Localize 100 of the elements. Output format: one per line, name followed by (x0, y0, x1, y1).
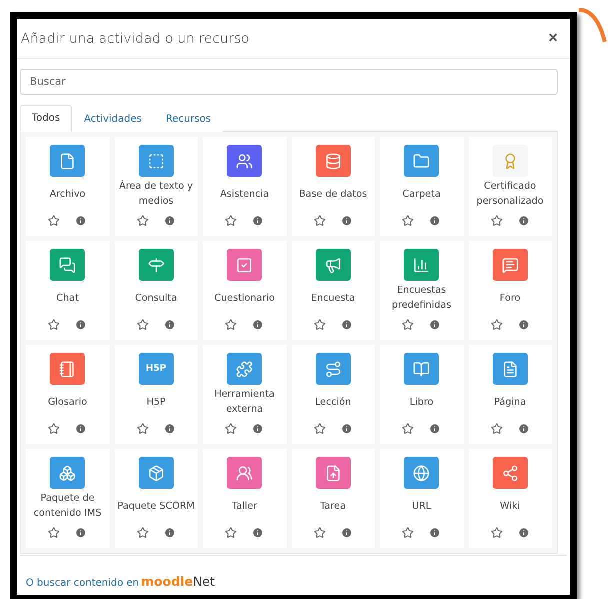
activity-card[interactable]: Paquete SCORM (114, 449, 198, 548)
activity-card[interactable]: Encuestas predefinidas (380, 241, 464, 340)
activity-name: Encuesta (310, 292, 356, 306)
activity-name: Carpeta (402, 188, 442, 202)
activity-name: Área de texto y medios (118, 179, 194, 209)
info-icon[interactable] (518, 527, 530, 539)
info-icon[interactable] (252, 319, 264, 331)
activity-card[interactable]: Encuesta (292, 241, 375, 340)
star-icon[interactable] (48, 215, 60, 227)
activity-card[interactable]: Glosario (26, 345, 110, 444)
tab[interactable]: Todos (20, 105, 72, 132)
star-icon[interactable] (136, 215, 149, 227)
info-icon[interactable] (429, 423, 442, 435)
info-icon[interactable] (164, 527, 176, 539)
star-icon[interactable] (402, 319, 414, 331)
star-icon[interactable] (314, 527, 326, 539)
info-icon[interactable] (340, 527, 353, 539)
activity-name: Wiki (499, 500, 522, 514)
activity-name: URL (411, 500, 432, 514)
activity-card[interactable]: Tarea (292, 449, 375, 548)
info-icon[interactable] (429, 527, 442, 539)
activity-name: Base de datos (298, 188, 368, 202)
activity-name: Página (493, 396, 528, 410)
activity-card[interactable]: H5P H5P (114, 345, 198, 444)
star-icon[interactable] (490, 423, 503, 435)
star-icon[interactable] (136, 423, 149, 435)
star-icon[interactable] (490, 527, 503, 539)
star-icon[interactable] (402, 215, 414, 227)
info-icon[interactable] (252, 423, 264, 435)
activity-name: Asistencia (219, 188, 270, 202)
activity-card[interactable]: Carpeta (380, 137, 464, 236)
star-icon[interactable] (48, 527, 60, 539)
activity-card[interactable]: Certificado personalizado (468, 137, 552, 236)
activity-name: H5P (146, 396, 167, 410)
activity-name: Libro (408, 396, 435, 410)
info-icon[interactable] (429, 215, 442, 227)
activity-name: Consulta (134, 292, 178, 306)
activity-card[interactable]: Paquete de contenido IMS (26, 449, 110, 548)
activity-card[interactable]: URL (380, 449, 464, 548)
activity-card[interactable]: Taller (203, 449, 286, 548)
info-icon[interactable] (164, 423, 176, 435)
activity-card[interactable]: Asistencia (203, 137, 286, 236)
activity-card[interactable]: Foro (468, 241, 552, 340)
activity-name: Encuestas predefinidas (391, 284, 452, 313)
activity-card[interactable]: Área de texto y medios (114, 137, 198, 236)
info-icon[interactable] (164, 319, 176, 331)
star-icon[interactable] (402, 423, 414, 435)
info-icon[interactable] (518, 215, 530, 227)
activity-card[interactable]: Cuestionario (203, 241, 286, 340)
info-icon[interactable] (252, 527, 264, 539)
info-icon[interactable] (340, 423, 353, 435)
activity-card[interactable]: Consulta (114, 241, 198, 340)
star-icon[interactable] (314, 319, 326, 331)
star-icon[interactable] (490, 215, 503, 227)
activity-name: Lección (314, 396, 352, 410)
info-icon[interactable] (75, 215, 88, 227)
info-icon[interactable] (518, 423, 530, 435)
info-icon[interactable] (252, 215, 264, 227)
search-field[interactable]: Buscar (20, 69, 558, 95)
star-icon[interactable] (48, 423, 60, 435)
activity-card[interactable]: Libro (380, 345, 464, 444)
info-icon[interactable] (518, 319, 530, 331)
star-icon[interactable] (136, 527, 149, 539)
logo-tile: H5P (138, 353, 174, 385)
close-button[interactable]: × (546, 30, 560, 48)
activity-name: Tarea (319, 500, 348, 514)
activity-card[interactable]: Chat (26, 241, 110, 340)
activity-card[interactable]: Wiki (468, 449, 552, 548)
activity-card[interactable]: Base de datos (292, 137, 375, 236)
info-icon[interactable] (340, 319, 353, 331)
star-icon[interactable] (490, 319, 503, 331)
info-icon[interactable] (75, 319, 88, 331)
info-icon[interactable] (340, 215, 353, 227)
star-icon[interactable] (225, 319, 238, 331)
star-icon[interactable] (136, 319, 149, 331)
activity-name: Certificado personalizado (476, 180, 545, 209)
star-icon[interactable] (225, 423, 238, 435)
activity-name: Paquete de contenido IMS (32, 492, 103, 521)
activity-name: Cuestionario (214, 292, 276, 306)
activity-card[interactable]: Herramienta externa (203, 345, 286, 444)
activity-name: Taller (231, 500, 258, 514)
star-icon[interactable] (48, 319, 60, 331)
activity-name: Herramienta externa (214, 388, 276, 417)
activity-card[interactable]: Página (468, 345, 552, 444)
activity-name: Foro (498, 292, 522, 306)
star-icon[interactable] (225, 215, 238, 227)
info-icon[interactable] (75, 527, 88, 539)
info-icon[interactable] (75, 423, 88, 435)
dialog-title: Añadir una actividad o un recurso (21, 30, 250, 46)
star-icon[interactable] (225, 527, 238, 539)
info-icon[interactable] (429, 319, 442, 331)
star-icon[interactable] (314, 423, 326, 435)
activity-card[interactable]: Archivo (26, 137, 110, 236)
activity-card[interactable]: Lección (292, 345, 375, 444)
moodlenet-logo[interactable]: moodleNet (141, 574, 216, 589)
moodlenet-link[interactable]: O buscar contenido en (26, 578, 140, 589)
star-icon[interactable] (314, 215, 326, 227)
activity-name: Chat (56, 292, 80, 306)
info-icon[interactable] (164, 215, 176, 227)
star-icon[interactable] (402, 527, 414, 539)
